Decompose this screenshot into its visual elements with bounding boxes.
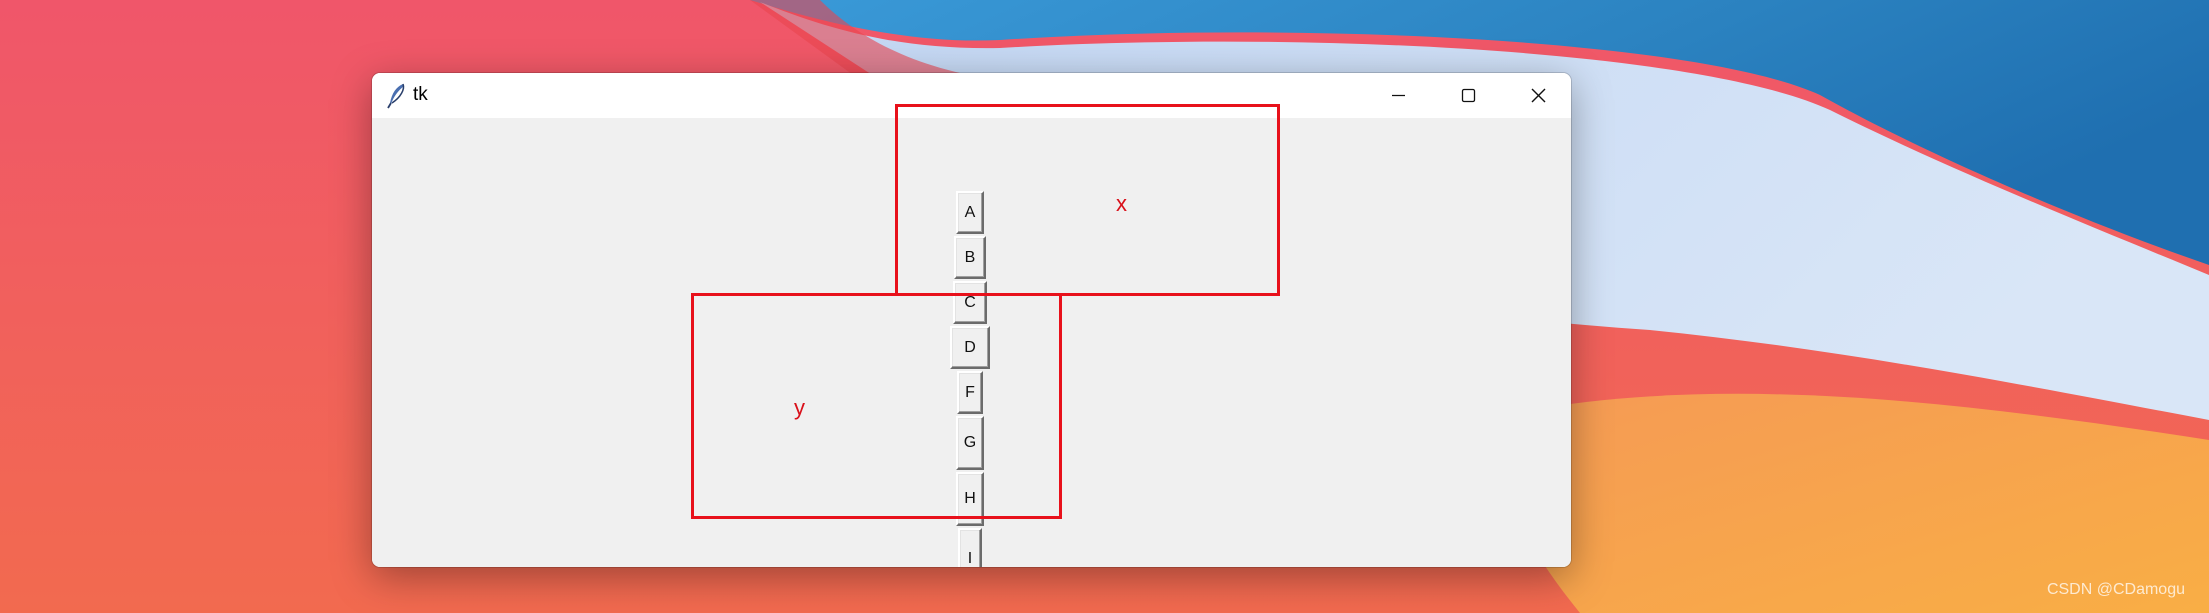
annotation-label-x: x [1116, 191, 1127, 216]
close-button[interactable] [1503, 73, 1571, 118]
watermark-text: CSDN @CDamogu [2046, 581, 2185, 598]
annotation-box-x [895, 104, 1280, 296]
annotation-box-y [691, 293, 1062, 519]
desktop-wallpaper: tk A B C D F G H I x y CSDN @CDamogu [0, 0, 2209, 613]
minimize-button[interactable] [1363, 73, 1433, 118]
button-i[interactable]: I [958, 528, 982, 567]
minimize-icon [1392, 94, 1405, 97]
tk-feather-icon [386, 83, 408, 109]
maximize-icon [1461, 88, 1476, 103]
annotation-label-y: y [794, 395, 805, 420]
window-title: tk [413, 84, 428, 105]
maximize-button[interactable] [1433, 73, 1503, 118]
close-icon [1531, 88, 1546, 103]
